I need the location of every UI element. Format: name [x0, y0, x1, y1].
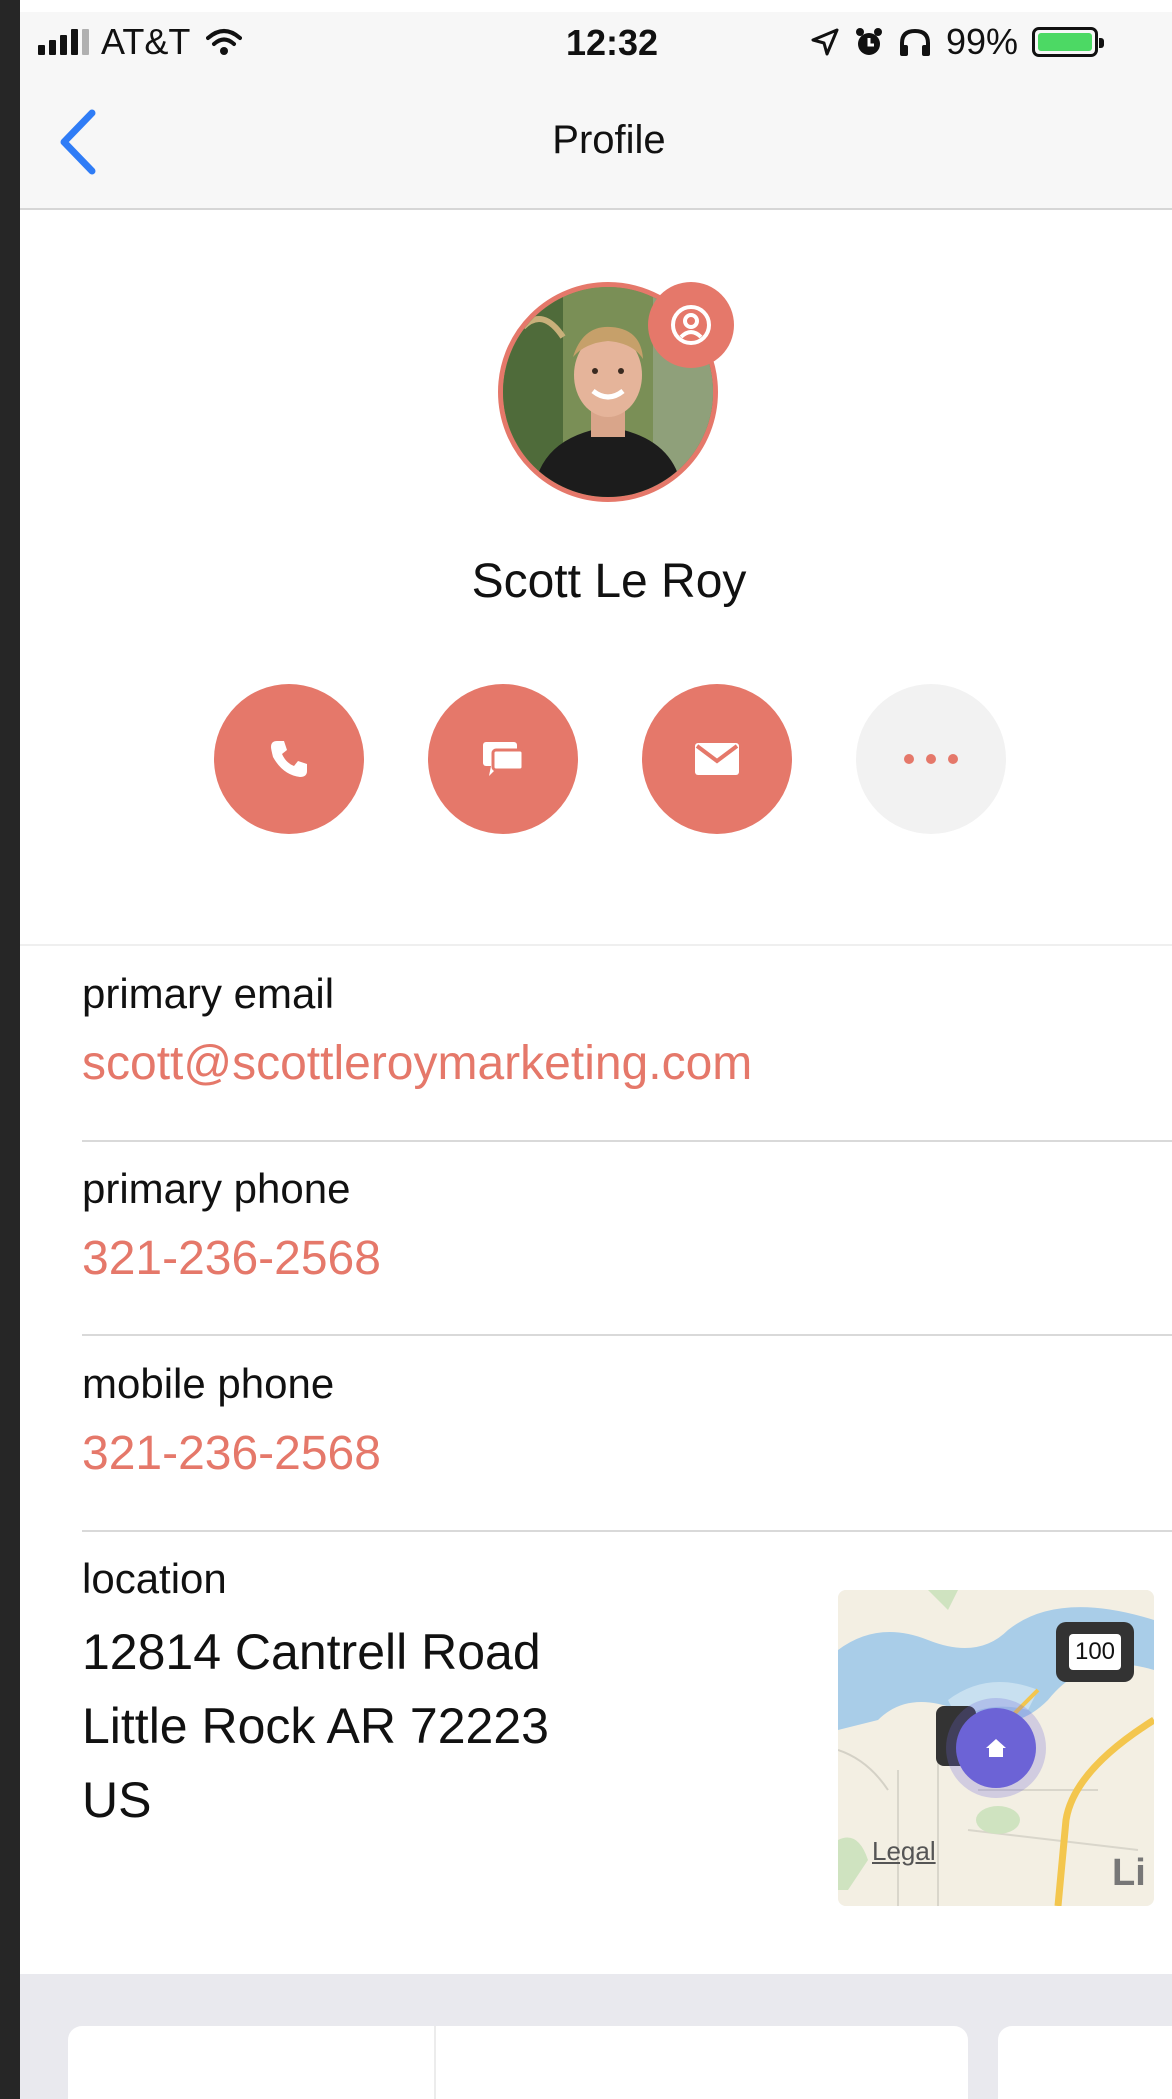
envelope-icon	[695, 743, 739, 775]
address-line-city: Little Rock AR 72223	[82, 1698, 549, 1754]
address-line-street: 12814 Cantrell Road	[82, 1624, 541, 1680]
contact-name: Scott Le Roy	[471, 555, 747, 608]
profile-screen: AT&T 12:32 99% Profile Scott Le Roy prim…	[20, 0, 1172, 2099]
more-button[interactable]	[856, 684, 1006, 834]
user-pin-icon	[671, 305, 711, 345]
address-line-country: US	[82, 1772, 152, 1828]
primary-phone-label: primary phone	[82, 1165, 351, 1212]
clock: 12:32	[566, 22, 659, 63]
battery-percent: 99%	[946, 21, 1019, 62]
address: 12814 Cantrell Road Little Rock AR 72223…	[82, 1615, 822, 1837]
mobile-phone-value[interactable]: 321-236-2568	[82, 1426, 1172, 1481]
row-divider	[82, 1334, 1172, 1336]
location-map[interactable]: 100 Legal Li	[838, 1590, 1154, 1906]
map-legal-link[interactable]: Legal	[872, 1836, 936, 1867]
carrier-label: AT&T	[101, 21, 191, 62]
alarm-icon	[856, 28, 882, 55]
ellipsis-icon	[904, 754, 958, 764]
mobile-phone-row[interactable]: mobile phone 321-236-2568	[82, 1360, 1172, 1481]
summary-card[interactable]	[68, 2026, 968, 2099]
primary-email-value[interactable]: scott@scottleroymarketing.com	[82, 1036, 1172, 1091]
status-bar: AT&T 12:32 99%	[20, 12, 1172, 72]
avatar-container[interactable]	[498, 278, 734, 502]
primary-phone-row[interactable]: primary phone 321-236-2568	[82, 1165, 1172, 1286]
home-icon	[986, 1739, 1006, 1757]
location-arrow-icon	[811, 28, 839, 56]
section-divider	[20, 944, 1172, 946]
message-button[interactable]	[428, 684, 578, 834]
primary-phone-value[interactable]: 321-236-2568	[82, 1231, 1172, 1286]
contact-actions	[214, 684, 1006, 834]
mobile-phone-label: mobile phone	[82, 1360, 335, 1407]
primary-email-label: primary email	[82, 970, 335, 1017]
location-label: location	[82, 1555, 227, 1602]
row-divider	[82, 1530, 1172, 1532]
location-row[interactable]: location 12814 Cantrell Road Little Rock…	[82, 1555, 822, 1837]
page-title: Profile	[552, 118, 666, 162]
navigation-bar: Profile	[20, 72, 1172, 210]
battery-icon	[1032, 27, 1105, 57]
email-button[interactable]	[642, 684, 792, 834]
map-city-label: Li	[1112, 1852, 1146, 1894]
route-shield: 100	[1056, 1622, 1134, 1682]
call-button[interactable]	[214, 684, 364, 834]
chat-icon	[483, 742, 525, 776]
summary-card-next[interactable]	[998, 2026, 1172, 2099]
location-pin[interactable]	[956, 1708, 1036, 1788]
wifi-icon	[206, 29, 243, 55]
cellular-signal-icon	[38, 29, 89, 55]
headphones-icon	[900, 28, 930, 56]
card-divider	[434, 2026, 436, 2099]
primary-email-row[interactable]: primary email scott@scottleroymarketing.…	[82, 970, 1172, 1091]
phone-icon	[271, 741, 307, 777]
row-divider	[82, 1140, 1172, 1142]
contact-badge[interactable]	[648, 282, 734, 368]
